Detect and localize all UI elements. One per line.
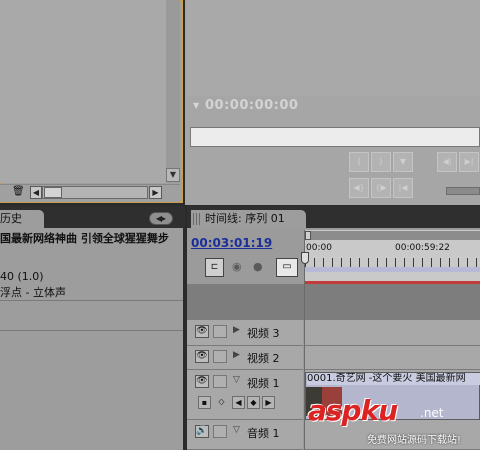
timeline-tab-label: 时间线: 序列 01 [205,212,285,225]
go-to-out-button[interactable]: {▶ [371,178,391,198]
jog-shuttle[interactable] [446,187,480,195]
watermark-suffix: .net [420,406,444,420]
playhead[interactable] [301,252,309,264]
add-keyframe-icon[interactable]: ◆ [247,396,260,409]
snap-icon[interactable]: ⊏ [205,258,224,277]
history-clip-speed: 40 (1.0) [0,270,44,283]
step-forward-button[interactable]: ▶| [459,152,479,172]
prev-keyframe-icon[interactable]: ◀ [232,396,245,409]
scroll-down-arrow-icon[interactable]: ▼ [166,168,180,182]
track-area-empty [187,284,480,320]
eye-icon[interactable]: 👁 [195,350,209,363]
history-clip-title: 国最新网络神曲 引领全球猩猩舞步 [0,232,169,245]
show-keyframes-icon[interactable]: ◇ [215,396,228,409]
lock-toggle[interactable] [213,325,227,338]
watermark-logo: aspku [308,394,398,427]
set-marker-icon[interactable]: ◉ [232,260,242,273]
ruler-ticks [305,258,480,267]
lock-toggle[interactable] [213,350,227,363]
ruler-label: 00:00 [306,243,332,253]
timeline-current-time[interactable]: 00:03:01:19 [191,236,272,250]
trash-icon[interactable]: 🗑 [12,186,25,198]
tab-timeline-sequence-01[interactable]: 时间线: 序列 01 [191,210,306,228]
go-to-in-button[interactable]: ◀} [349,178,369,198]
monitor-video-area [187,0,480,96]
track-lane-video-3[interactable] [304,320,480,346]
mark-out-button[interactable]: } [371,152,391,172]
track-name: 视频 1 [247,377,280,390]
sync-lock-icon[interactable]: ▭ [276,258,298,277]
zoom-handle[interactable] [305,231,311,240]
collapse-triangle-icon[interactable]: ▽ [233,375,240,385]
work-area-bar[interactable] [305,267,480,272]
eye-icon[interactable]: 👁 [195,375,209,388]
track-keyframe-controls: ▪ ◇ ◀ ◆ ▶ [198,396,298,410]
clip-label: 0001.奇艺网 -这个要火 美国最新网 [307,373,480,385]
scroll-left-button[interactable]: ◀ [30,186,42,199]
lock-toggle[interactable] [213,425,227,438]
track-lane-video-2[interactable] [304,346,480,370]
scroll-right-button[interactable]: ▶ [149,186,162,199]
track-name: 视频 3 [247,327,280,340]
set-marker-button[interactable]: ▼ [393,152,413,172]
tab-history[interactable]: 历史 [0,210,44,228]
track-name: 音频 1 [247,427,280,440]
history-clip-audio: 浮点 - 立体声 [0,286,66,299]
scrollbar-thumb[interactable] [44,187,62,198]
monitor-time-ruler[interactable] [190,127,480,147]
project-vertical-scrollbar[interactable] [166,0,180,183]
tab-grip-icon[interactable] [193,213,201,225]
display-style-icon[interactable]: ▪ [198,396,211,409]
lock-toggle[interactable] [213,375,227,388]
ruler-label: 00:00:59:22 [395,243,450,253]
project-list-area[interactable] [0,0,166,183]
track-name: 视频 2 [247,352,280,365]
expand-triangle-icon[interactable]: ▶ [233,325,240,335]
divider [0,300,183,301]
play-in-to-out-button[interactable]: |◀ [393,178,413,198]
collapse-triangle-icon[interactable]: ▽ [233,425,240,435]
watermark-tagline: 免费网站源码下载站! [367,435,462,446]
timeline-zoom-bar[interactable] [307,231,480,240]
playhead-line [304,264,305,450]
eye-icon[interactable]: 👁 [195,325,209,338]
keyframe-icon[interactable]: ● [253,260,263,273]
panel-menu-button[interactable]: ◀▸ [149,212,173,225]
timecode-marker-icon: ▼ [193,101,200,110]
divider [0,330,183,331]
next-keyframe-icon[interactable]: ▶ [262,396,275,409]
history-panel-body [0,228,183,450]
speaker-icon[interactable]: 🔊 [195,425,209,438]
mark-in-button[interactable]: { [349,152,369,172]
step-back-button[interactable]: ◀| [437,152,457,172]
expand-triangle-icon[interactable]: ▶ [233,350,240,360]
transport-controls: { } ▼ ◀} {▶ |◀ [347,152,433,202]
monitor-timecode[interactable]: 00:00:00:00 [205,98,298,113]
